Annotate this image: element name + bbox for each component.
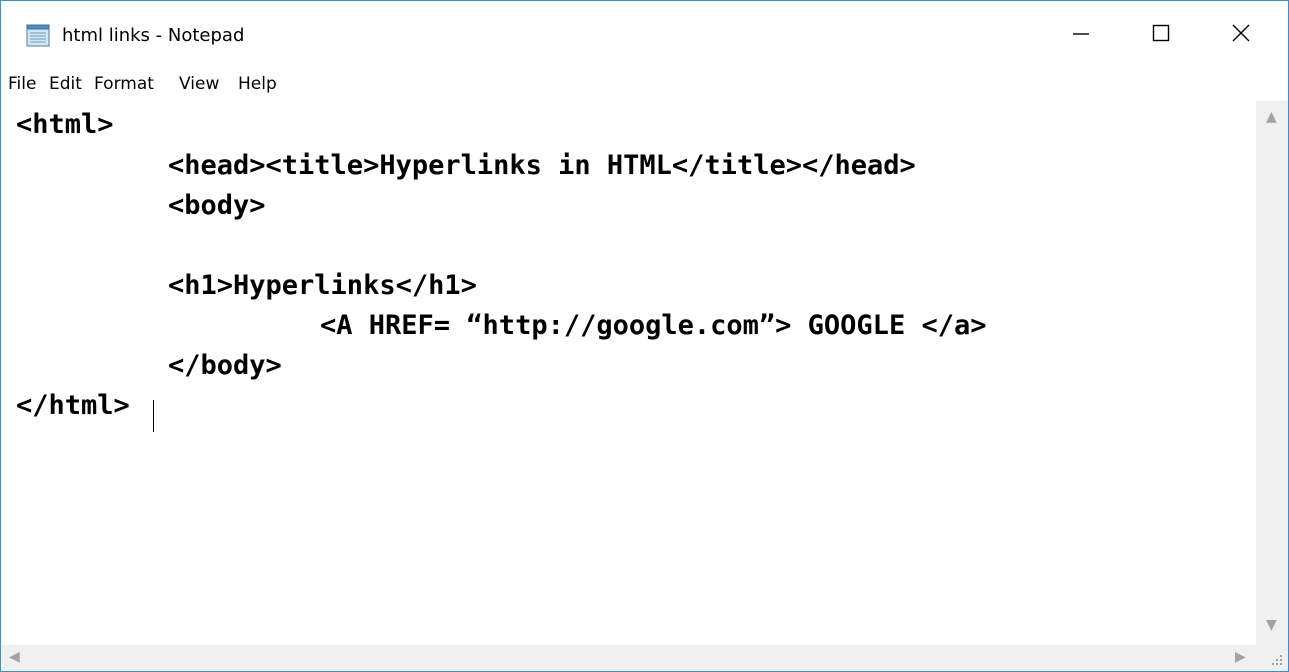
resize-grip[interactable]: [1256, 645, 1288, 671]
window-title: html links - Notepad: [62, 25, 245, 46]
text-editor[interactable]: <html> <head><title>Hyperlinks in HTML</…: [1, 101, 1256, 645]
menu-view[interactable]: View: [179, 72, 219, 96]
scroll-up-arrow-icon[interactable]: ▲: [1266, 109, 1277, 125]
minimize-button[interactable]: [1049, 1, 1113, 65]
close-icon: [1232, 24, 1250, 42]
notepad-icon: [26, 24, 50, 47]
text-caret: [153, 400, 154, 432]
code-line: <html>: [16, 109, 114, 140]
menu-edit[interactable]: Edit: [49, 72, 82, 96]
maximize-icon: [1152, 24, 1170, 42]
scroll-right-arrow-icon[interactable]: ▶: [1235, 649, 1246, 665]
notepad-window: html links - Notepad File Edit Format Vi…: [0, 0, 1289, 672]
title-bar[interactable]: html links - Notepad: [1, 1, 1288, 65]
code-line: </html>: [16, 390, 130, 421]
resize-grip-icon: [1272, 655, 1282, 665]
scroll-down-arrow-icon[interactable]: ▼: [1266, 617, 1277, 633]
menu-file[interactable]: File: [8, 72, 36, 96]
scroll-left-arrow-icon[interactable]: ◀: [9, 649, 20, 665]
minimize-icon: [1073, 33, 1089, 35]
code-line: <h1>Hyperlinks</h1>: [168, 270, 477, 301]
maximize-button[interactable]: [1129, 1, 1193, 65]
horizontal-scrollbar[interactable]: ◀ ▶: [1, 645, 1256, 671]
menu-bar: File Edit Format View Help: [1, 67, 1288, 101]
code-line: </body>: [168, 350, 282, 381]
code-line: <body>: [168, 190, 266, 221]
menu-help[interactable]: Help: [238, 72, 277, 96]
menu-format[interactable]: Format: [94, 72, 154, 96]
vertical-scrollbar[interactable]: ▲ ▼: [1256, 101, 1288, 645]
close-button[interactable]: [1209, 1, 1273, 65]
code-line: <A HREF= “http://google.com”> GOOGLE </a…: [320, 310, 987, 341]
code-line: <head><title>Hyperlinks in HTML</title><…: [168, 150, 916, 181]
